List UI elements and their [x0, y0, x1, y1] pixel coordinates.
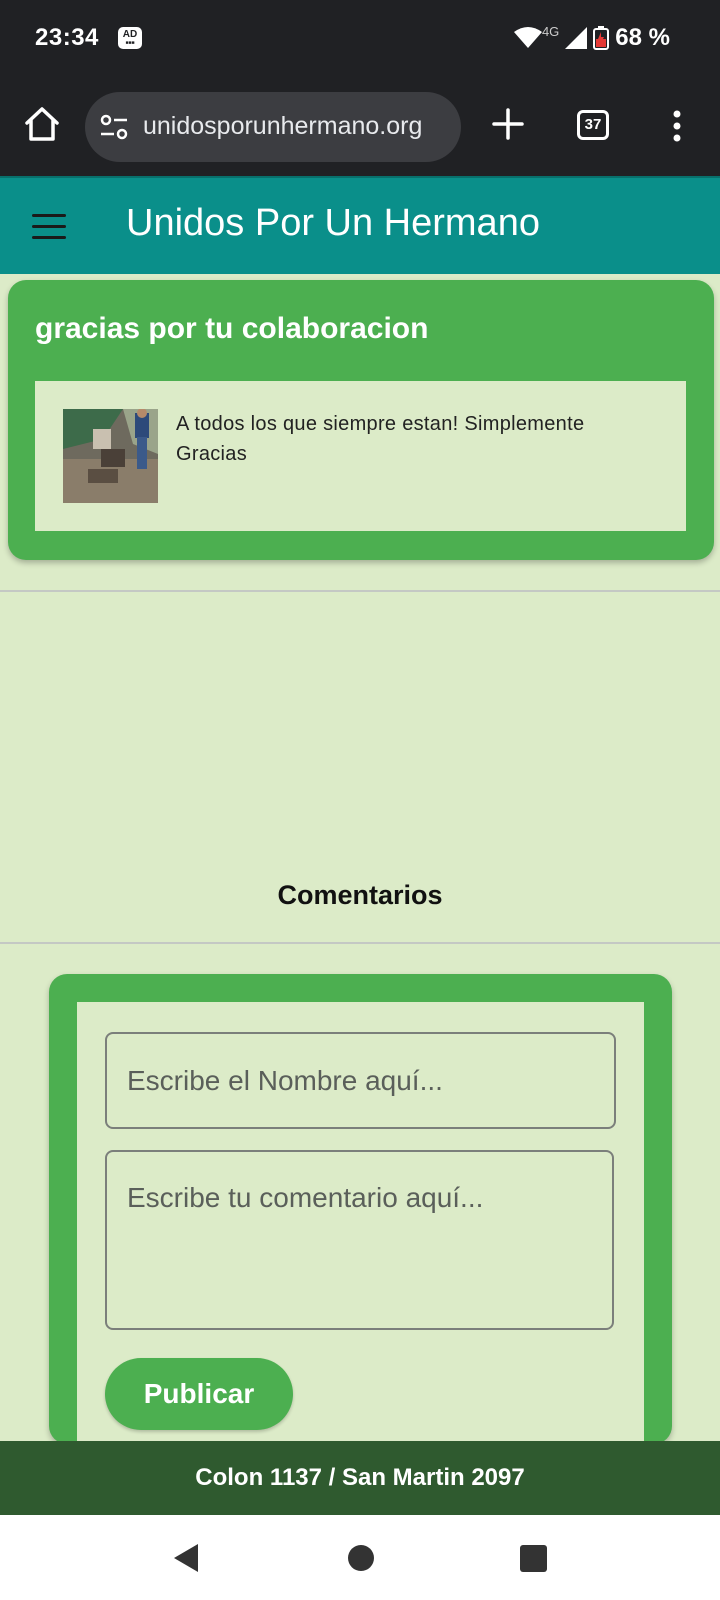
network-type: 4G	[541, 23, 560, 39]
divider	[0, 942, 720, 944]
browser-toolbar: unidosporunhermano.org 37	[0, 80, 720, 176]
more-menu-icon[interactable]	[665, 106, 689, 146]
address-bar[interactable]: unidosporunhermano.org	[85, 92, 461, 162]
footer-address: Colon 1137 / San Martin 2097	[0, 1441, 720, 1515]
url-text[interactable]: unidosporunhermano.org	[143, 112, 453, 141]
wifi-icon	[513, 27, 542, 48]
divider	[0, 590, 720, 592]
post-thumbnail[interactable]	[63, 409, 158, 503]
back-icon[interactable]	[172, 1543, 200, 1573]
comment-form: Publicar	[77, 1002, 644, 1462]
post-message: A todos los que siempre estan! Simplemen…	[176, 413, 585, 465]
app-title[interactable]: Unidos Por Un Hermano	[126, 202, 540, 245]
home-circle-icon[interactable]	[348, 1545, 374, 1571]
battery-percent: 68 %	[615, 24, 670, 51]
signal-icon	[565, 27, 588, 49]
comment-textarea[interactable]	[105, 1150, 614, 1330]
ad-blocker-icon: AD ■■■	[118, 27, 142, 49]
comment-form-card: Publicar	[49, 974, 672, 1462]
hamburger-icon[interactable]	[32, 214, 66, 240]
post-card: gracias por tu colaboracion A todos los …	[8, 280, 714, 560]
app-header: Unidos Por Un Hermano	[0, 176, 720, 274]
site-settings-icon[interactable]	[99, 114, 129, 140]
name-input[interactable]	[105, 1032, 616, 1129]
status-icons: 4G 68 %	[513, 23, 670, 52]
system-nav-bar	[0, 1515, 720, 1600]
home-icon[interactable]	[22, 104, 62, 144]
post-title: gracias por tu colaboracion	[35, 312, 429, 345]
status-time: 23:34	[35, 24, 99, 51]
battery-icon	[593, 26, 610, 50]
status-bar: 23:34 AD ■■■ 4G 68 %	[0, 0, 720, 80]
recents-icon[interactable]	[520, 1545, 547, 1572]
new-tab-icon[interactable]	[488, 104, 528, 144]
post-body: A todos los que siempre estan! Simplemen…	[35, 381, 686, 531]
tabs-icon[interactable]: 37	[577, 110, 609, 140]
publish-button[interactable]: Publicar	[105, 1358, 293, 1430]
comments-heading: Comentarios	[277, 880, 443, 910]
